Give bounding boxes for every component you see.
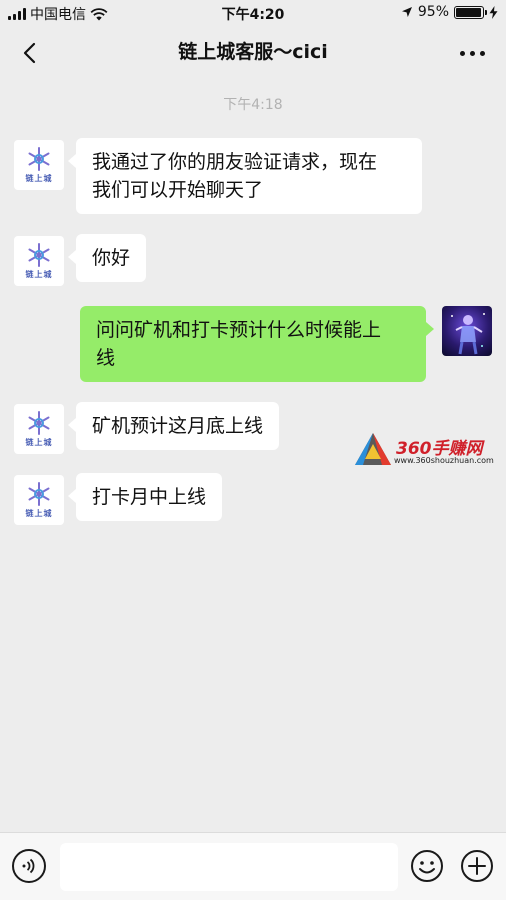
message-row: 链上城 打卡月中上线 [0,473,506,527]
voice-icon [22,858,35,874]
battery-fill [456,7,481,17]
back-button[interactable] [14,38,44,68]
message-line: 你好 [92,247,131,269]
emoji-icon [411,850,443,882]
user-avatar-image [451,313,485,355]
message-timestamp: 下午4:18 [223,97,283,113]
incoming-message-bubble[interactable]: 打卡月中上线 [67,473,223,521]
message-line: 我们可以开始聊天了 [92,179,264,201]
message-row: 链上城 我通过了你的朋友验证请求，现在 我们可以开始聊天了 [0,138,506,218]
input-bar [0,832,506,900]
voice-button[interactable] [12,849,46,883]
contact-avatar[interactable]: 链上城 [14,404,64,454]
message-line: 打卡月中上线 [92,486,207,508]
watermark-url: www.360shouzhuan.com [394,456,494,465]
plus-button[interactable] [460,849,494,883]
message-input[interactable] [60,843,398,891]
incoming-message-bubble[interactable]: 矿机预计这月底上线 [67,402,280,450]
plus-icon [461,850,493,882]
chat-title: 链上城客服～cici [178,41,328,63]
incoming-message-bubble[interactable]: 我通过了你的朋友验证请求，现在 我们可以开始聊天了 [68,138,422,214]
message-row: 问问矿机和打卡预计什么时候能上 线 [0,306,506,386]
battery-percent: 95% [417,4,449,20]
contact-avatar[interactable]: 链上城 [14,236,64,286]
contact-avatar[interactable]: 链上城 [14,140,64,190]
avatar-brand-text: 链上城 [25,174,53,183]
message-line: 矿机预计这月底上线 [92,415,264,437]
status-right: 95% [401,4,498,20]
chevron-left-icon [23,42,36,64]
avatar-brand-text: 链上城 [25,270,53,279]
message-line: 问问矿机和打卡预计什么时候能上 [96,319,382,341]
status-bar: 中国电信 下午4:20 95% [0,0,506,26]
incoming-message-bubble[interactable]: 你好 [67,234,147,282]
avatar-brand-text: 链上城 [25,509,53,518]
snowflake-logo-icon [28,411,50,435]
message-line: 线 [96,347,116,369]
more-button[interactable] [452,38,492,68]
more-dots-icon [459,50,465,56]
contact-avatar[interactable]: 链上城 [14,475,64,525]
watermark: 360手赚网 www.360shouzhuan.com [354,432,504,468]
watermark-logo-icon [355,433,391,465]
battery-icon [454,5,487,19]
message-row: 链上城 你好 [0,234,506,288]
snowflake-logo-icon [28,482,50,506]
avatar-brand-text: 链上城 [25,438,53,447]
charging-icon [489,5,498,19]
snowflake-logo-icon [28,147,50,171]
user-avatar[interactable] [442,306,492,356]
location-icon [401,7,412,17]
chat-header: 链上城客服～cici [0,26,506,80]
message-line: 我通过了你的朋友验证请求，现在 [92,151,378,173]
outgoing-message-bubble[interactable]: 问问矿机和打卡预计什么时候能上 线 [80,306,434,382]
emoji-button[interactable] [410,849,444,883]
snowflake-logo-icon [28,243,50,267]
